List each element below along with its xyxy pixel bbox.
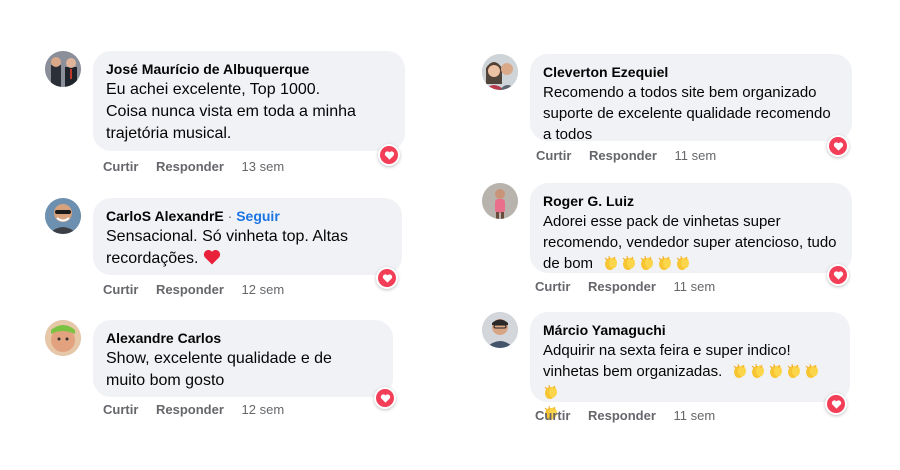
comment-text-line: Coisa nunca vista em toda a minha xyxy=(106,103,356,120)
reaction-badge[interactable] xyxy=(827,135,849,157)
comment-actions: Curtir Responder 11 sem xyxy=(535,408,729,423)
comment-author[interactable]: Márcio Yamaguchi xyxy=(543,321,836,339)
comment-text-line: recordações. xyxy=(106,250,199,267)
like-button[interactable]: Curtir xyxy=(103,402,138,417)
comment-timestamp[interactable]: 13 sem xyxy=(242,159,285,174)
comment-bubble: Cleverton Ezequiel Recomendo a todos sit… xyxy=(530,54,852,143)
clapping-hands-emoji-icon xyxy=(770,363,783,378)
comment-text: Adorei esse pack de vinhetas super recom… xyxy=(543,211,838,274)
comment-text-line: Adorei esse pack de vinhetas super xyxy=(543,213,781,230)
comment-author[interactable]: Alexandre Carlos xyxy=(106,329,379,347)
comment-text-line: Recomendo a todos site bem organizado xyxy=(543,84,817,101)
clapping-hands-emoji-icon xyxy=(752,363,765,378)
avatar[interactable] xyxy=(45,320,81,356)
comment-actions: Curtir Responder 13 sem xyxy=(103,159,298,174)
comment-actions: Curtir Responder 12 sem xyxy=(103,402,298,417)
comment-author-row: CarloS AlexandrE · Seguir xyxy=(106,207,388,225)
comment-actions: Curtir Responder 11 sem xyxy=(536,148,730,163)
heart-icon xyxy=(382,273,392,283)
heart-icon xyxy=(831,399,841,409)
clapping-hands-emoji-icon xyxy=(544,384,557,399)
comment-timestamp[interactable]: 11 sem xyxy=(674,279,716,294)
clapping-hands-emoji-icon xyxy=(734,363,747,378)
comment-timestamp[interactable]: 12 sem xyxy=(242,402,285,417)
comment-text: Show, excelente qualidade e de muito bom… xyxy=(106,348,379,392)
comment-bubble: Márcio Yamaguchi Adquirir na sexta feira… xyxy=(530,312,850,420)
comment-author[interactable]: José Maurício de Albuquerque xyxy=(106,60,391,78)
comment-text-line: Sensacional. Só vinheta top. Altas xyxy=(106,228,348,245)
clapping-hands-emoji-icon xyxy=(640,255,654,270)
comment-text-line: Show, excelente qualidade e de xyxy=(106,350,332,367)
avatar[interactable] xyxy=(45,51,81,87)
comment-text-line: de bom xyxy=(543,255,594,272)
comment-actions: Curtir Responder 11 sem xyxy=(535,279,729,294)
separator: · xyxy=(227,208,233,224)
comment-text-line: Adquirir na sexta feira e super indico! xyxy=(543,342,791,359)
heart-icon xyxy=(380,393,390,403)
reply-button[interactable]: Responder xyxy=(156,402,224,417)
avatar[interactable] xyxy=(482,54,518,90)
reaction-badge[interactable] xyxy=(376,267,398,289)
comment-text-line: muito bom gosto xyxy=(106,372,225,389)
like-button[interactable]: Curtir xyxy=(536,148,571,163)
comment-text-line: trajetória musical. xyxy=(106,125,232,142)
clapping-hands-emoji-icon xyxy=(604,255,618,270)
comment-bubble: Roger G. Luiz Adorei esse pack de vinhet… xyxy=(530,183,852,273)
follow-button[interactable]: Seguir xyxy=(236,208,280,224)
comment-author[interactable]: Cleverton Ezequiel xyxy=(543,63,838,81)
clapping-hands-emoji-icon xyxy=(658,255,672,270)
comment-bubble: CarloS AlexandrE · Seguir Sensacional. S… xyxy=(93,198,402,275)
comment-text-line: a todos xyxy=(543,126,593,143)
reaction-badge[interactable] xyxy=(825,393,847,415)
comment-timestamp[interactable]: 12 sem xyxy=(242,282,285,297)
reply-button[interactable]: Responder xyxy=(588,408,656,423)
comment-text-line: recomendo, vendedor super atencioso, tud… xyxy=(543,234,837,251)
clapping-hands-emoji-icon xyxy=(806,363,819,378)
comment-bubble: José Maurício de Albuquerque Eu achei ex… xyxy=(93,51,405,151)
like-button[interactable]: Curtir xyxy=(103,282,138,297)
clapping-hands-emoji-icon xyxy=(676,255,690,270)
reaction-badge[interactable] xyxy=(374,387,396,409)
comment-author[interactable]: Roger G. Luiz xyxy=(543,192,838,210)
comment-text-line: Eu achei excelente, Top 1000. xyxy=(106,81,321,98)
comment-text: Sensacional. Só vinheta top. Altas recor… xyxy=(106,226,388,270)
comment-text-line-with-emoji: de bom xyxy=(543,253,838,274)
comment-text-line-with-emoji: vinhetas bem organizadas. xyxy=(543,361,836,403)
like-button[interactable]: Curtir xyxy=(103,159,138,174)
comment-timestamp[interactable]: 11 sem xyxy=(674,408,716,423)
avatar[interactable] xyxy=(45,198,81,234)
heart-icon xyxy=(833,270,843,280)
comment-text-line-with-emoji: recordações. xyxy=(106,248,388,270)
comment-timestamp[interactable]: 11 sem xyxy=(675,148,717,163)
red-heart-emoji-icon xyxy=(203,250,220,265)
avatar[interactable] xyxy=(482,312,518,348)
clapping-hands-emoji-icon xyxy=(788,363,801,378)
comment-text: Eu achei excelente, Top 1000. Coisa nunc… xyxy=(106,79,391,145)
reaction-badge[interactable] xyxy=(378,144,400,166)
comment-author[interactable]: CarloS AlexandrE xyxy=(106,208,224,224)
comment-text-line: vinhetas bem organizadas. xyxy=(543,363,723,380)
comment-text: Recomendo a todos site bem organizado su… xyxy=(543,82,838,145)
heart-icon xyxy=(384,150,394,160)
reply-button[interactable]: Responder xyxy=(589,148,657,163)
comment-bubble: Alexandre Carlos Show, excelente qualida… xyxy=(93,320,393,397)
heart-icon xyxy=(833,141,843,151)
comment-text-line: suporte de excelente qualidade recomendo xyxy=(543,105,831,122)
clapping-hands-emoji-icon xyxy=(622,255,636,270)
reply-button[interactable]: Responder xyxy=(156,159,224,174)
reply-button[interactable]: Responder xyxy=(156,282,224,297)
reply-button[interactable]: Responder xyxy=(588,279,656,294)
like-button[interactable]: Curtir xyxy=(535,408,570,423)
avatar[interactable] xyxy=(482,183,518,219)
comment-actions: Curtir Responder 12 sem xyxy=(103,282,298,297)
like-button[interactable]: Curtir xyxy=(535,279,570,294)
reaction-badge[interactable] xyxy=(827,264,849,286)
